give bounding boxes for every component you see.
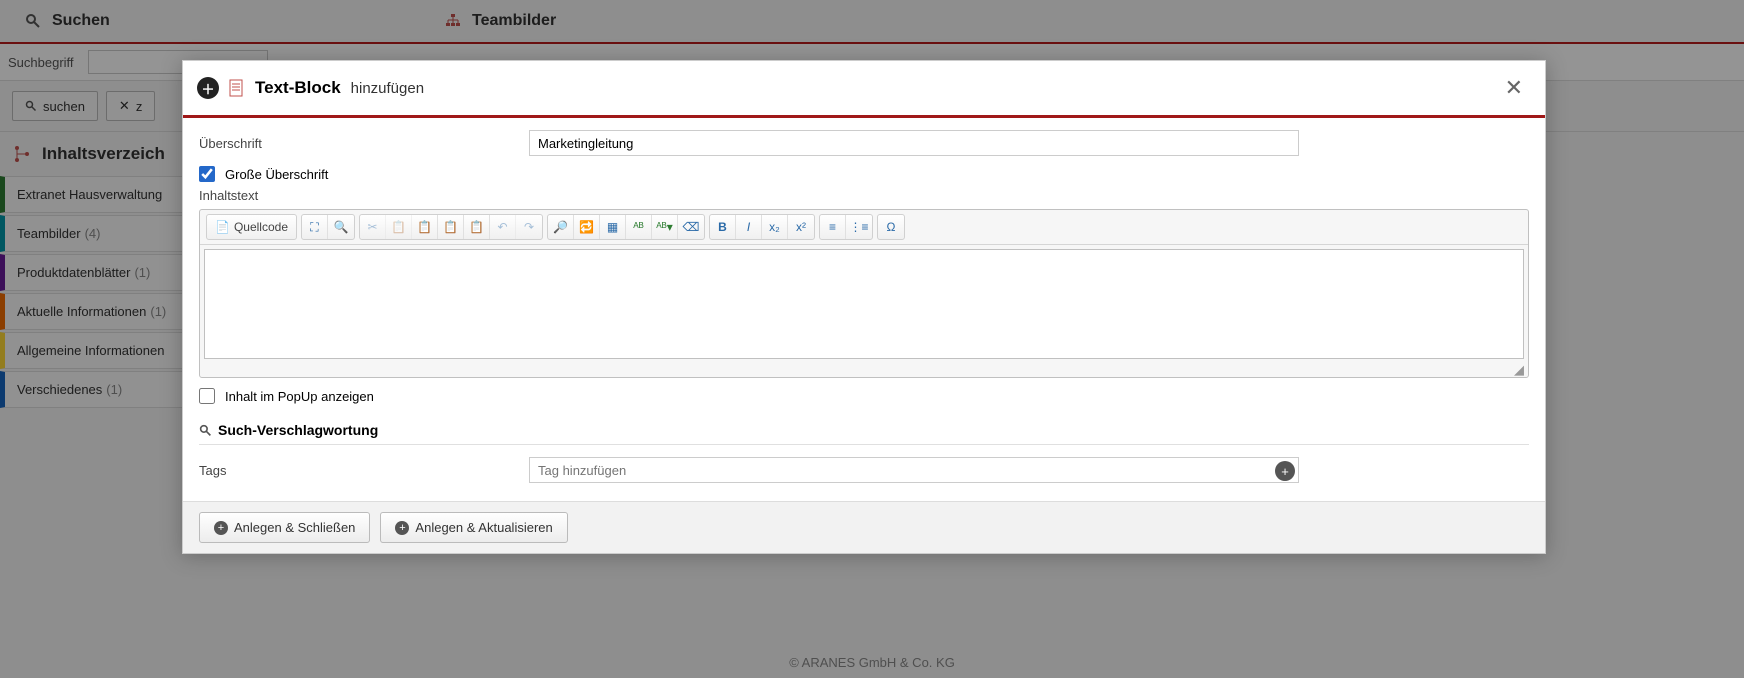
create-close-button[interactable]: + Anlegen & Schließen — [199, 512, 370, 543]
editor-paste-word-button[interactable]: 📋 — [464, 215, 490, 239]
editor-replace-button[interactable]: 🔁 — [574, 215, 600, 239]
tag-input[interactable] — [529, 457, 1299, 483]
label-show-in-popup: Inhalt im PopUp anzeigen — [225, 389, 374, 404]
label-tags: Tags — [199, 463, 529, 478]
headline-input[interactable] — [529, 130, 1299, 156]
editor-redo-button[interactable]: ↷ — [516, 215, 542, 239]
editor-maximize-button[interactable]: ⛶ — [302, 215, 328, 239]
editor-superscript-button[interactable]: x² — [788, 215, 814, 239]
editor-removeformat-button[interactable]: ⌫ — [678, 215, 704, 239]
add-tag-button[interactable]: + — [1275, 461, 1295, 481]
editor-textarea[interactable] — [204, 249, 1524, 359]
editor-copy-button[interactable]: 📋 — [386, 215, 412, 239]
editor-bulletlist-button[interactable]: ⋮≡ — [846, 215, 872, 239]
rich-text-editor: 📄 Quellcode ⛶ 🔍 ✂ 📋 📋 📋 📋 ↶ — [199, 209, 1529, 378]
plus-icon: ＋ — [197, 77, 219, 99]
editor-resize-handle[interactable]: ◢ — [200, 363, 1528, 377]
search-icon — [199, 424, 212, 437]
plus-icon: + — [395, 521, 409, 535]
modal-title-sub: hinzufügen — [351, 80, 424, 97]
create-update-button[interactable]: + Anlegen & Aktualisieren — [380, 512, 567, 543]
label-big-headline: Große Überschrift — [225, 167, 328, 182]
editor-selectall-button[interactable]: ▦ — [600, 215, 626, 239]
editor-find-button[interactable]: 🔎 — [548, 215, 574, 239]
editor-undo-button[interactable]: ↶ — [490, 215, 516, 239]
editor-preview-button[interactable]: 🔍 — [328, 215, 354, 239]
editor-paste-text-button[interactable]: 📋 — [438, 215, 464, 239]
label-contenttext: Inhaltstext — [199, 188, 1529, 203]
editor-scayt-button[interactable]: ᴬᴮ▾ — [652, 215, 678, 239]
source-icon: 📄 — [215, 220, 230, 234]
editor-toolbar: 📄 Quellcode ⛶ 🔍 ✂ 📋 📋 📋 📋 ↶ — [200, 210, 1528, 245]
editor-bold-button[interactable]: B — [710, 215, 736, 239]
page-icon — [229, 79, 245, 97]
modal-footer: + Anlegen & Schließen + Anlegen & Aktual… — [183, 501, 1545, 553]
editor-paste-button[interactable]: 📋 — [412, 215, 438, 239]
editor-italic-button[interactable]: I — [736, 215, 762, 239]
close-icon[interactable]: ✕ — [1497, 71, 1531, 105]
add-textblock-modal: ＋ Text-Block hinzufügen ✕ Überschrift Gr… — [182, 60, 1546, 554]
modal-header: ＋ Text-Block hinzufügen ✕ — [183, 61, 1545, 118]
editor-subscript-button[interactable]: x₂ — [762, 215, 788, 239]
big-headline-checkbox[interactable] — [199, 166, 215, 182]
modal-title-main: Text-Block — [255, 78, 341, 98]
label-headline: Überschrift — [199, 136, 529, 151]
editor-numberlist-button[interactable]: ≡ — [820, 215, 846, 239]
editor-cut-button[interactable]: ✂ — [360, 215, 386, 239]
editor-source-button[interactable]: 📄 Quellcode — [207, 215, 296, 239]
plus-icon: + — [214, 521, 228, 535]
tagging-heading: Such-Verschlagwortung — [218, 422, 378, 438]
editor-spellcheck-button[interactable]: ᴬᴮ — [626, 215, 652, 239]
editor-specialchar-button[interactable]: Ω — [878, 215, 904, 239]
show-in-popup-checkbox[interactable] — [199, 388, 215, 404]
